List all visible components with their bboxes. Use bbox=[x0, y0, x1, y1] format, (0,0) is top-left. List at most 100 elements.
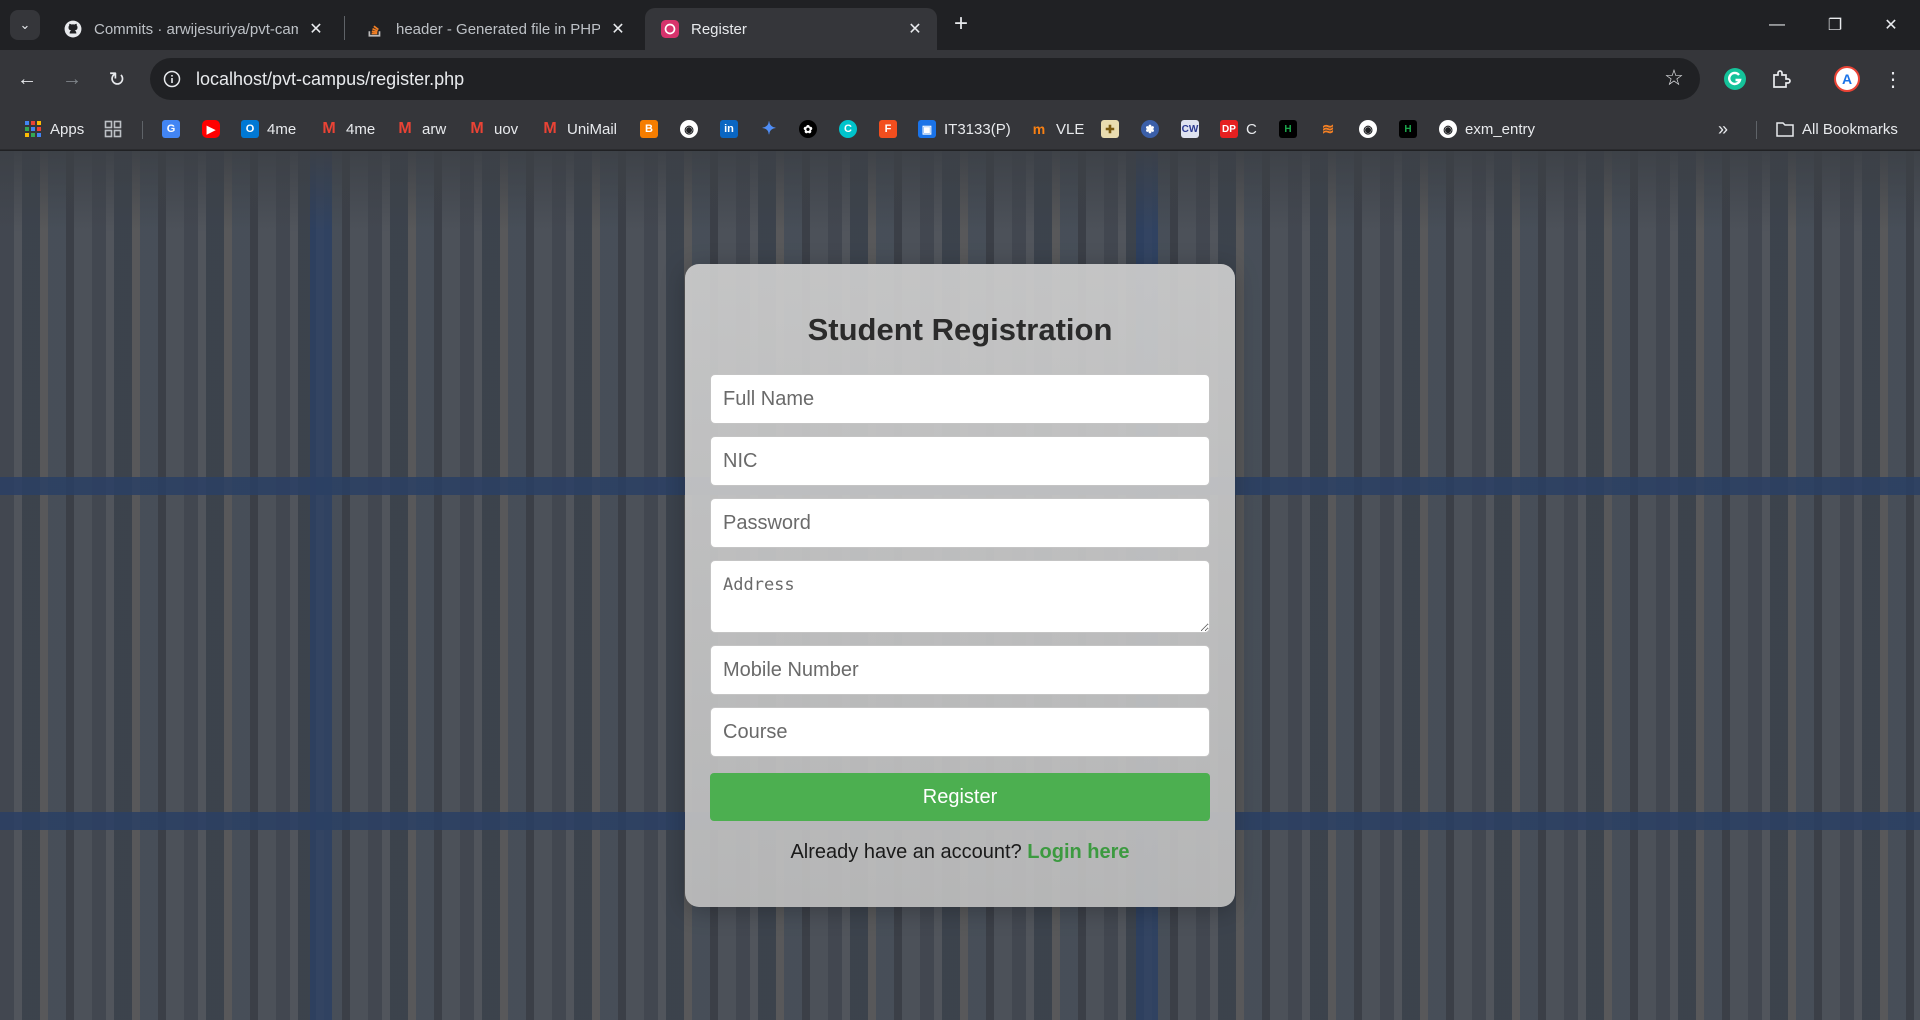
site-info-icon[interactable] bbox=[162, 69, 182, 89]
outlook-icon: O bbox=[241, 120, 259, 138]
gmail-icon: M bbox=[398, 120, 412, 137]
google-translate-icon: G bbox=[162, 120, 180, 138]
browser-toolbar: ← → ↻ localhost/pvt-campus/register.php … bbox=[0, 50, 1920, 108]
close-icon[interactable]: ✕ bbox=[905, 19, 925, 39]
password-input[interactable] bbox=[710, 498, 1210, 548]
bookmark-university-crest[interactable]: ✚ bbox=[1101, 118, 1119, 140]
bookmark-label: arw bbox=[422, 120, 447, 138]
bookmark-hackerrank[interactable]: H bbox=[1279, 118, 1297, 140]
figma-icon: F bbox=[879, 120, 897, 138]
close-icon[interactable]: ✕ bbox=[608, 19, 628, 39]
address-textarea[interactable] bbox=[710, 560, 1210, 633]
bookmark-gemini[interactable]: ✦ bbox=[760, 118, 778, 140]
page-viewport: Student Registration Register Already ha… bbox=[0, 151, 1920, 1020]
reload-icon[interactable]: ↻ bbox=[100, 62, 134, 96]
menu-kebab-icon[interactable]: ⋮ bbox=[1878, 64, 1908, 94]
minimize-icon[interactable]: — bbox=[1748, 0, 1806, 50]
login-prompt-text: Already have an account? bbox=[790, 841, 1022, 863]
canva-icon: C bbox=[839, 120, 857, 138]
github-icon: ◉ bbox=[1359, 120, 1377, 138]
close-icon[interactable]: ✕ bbox=[306, 19, 326, 39]
bookmark-chatgpt[interactable]: ✿ bbox=[799, 118, 817, 140]
login-link[interactable]: Login here bbox=[1027, 841, 1129, 863]
bookmark-gmail-uov[interactable]: M uov bbox=[468, 118, 518, 140]
bookmark-label: Apps bbox=[50, 120, 85, 138]
bookmark-canva[interactable]: C bbox=[839, 118, 857, 140]
tab-header-php[interactable]: header - Generated file in PHP ✕ bbox=[350, 8, 640, 50]
tab-register[interactable]: Register ✕ bbox=[645, 8, 937, 50]
university-crest-icon: ✚ bbox=[1101, 120, 1119, 138]
hackerrank-icon: H bbox=[1399, 120, 1417, 138]
bookmark-classroom[interactable]: ▣ IT3133(P) bbox=[918, 118, 1011, 140]
github-icon bbox=[64, 20, 82, 38]
tab-commits[interactable]: Commits · arwijesuriya/pvt-campus ✕ bbox=[48, 8, 338, 50]
bookmark-gmail-4me[interactable]: M 4me bbox=[320, 118, 375, 140]
form-title: Student Registration bbox=[807, 312, 1113, 347]
site-favicon-icon bbox=[661, 20, 679, 38]
bookmark-dp[interactable]: DP C bbox=[1220, 118, 1257, 140]
address-bar[interactable]: localhost/pvt-campus/register.php ☆ bbox=[150, 58, 1700, 100]
bookmark-star-icon[interactable]: ☆ bbox=[1662, 67, 1686, 91]
bookmark-gmail-unimail[interactable]: M UniMail bbox=[541, 118, 617, 140]
bookmark-cw[interactable]: CW bbox=[1181, 118, 1199, 140]
restore-icon[interactable]: ❐ bbox=[1806, 0, 1864, 50]
mobile-number-input[interactable] bbox=[710, 645, 1210, 695]
bookmark-label: uov bbox=[494, 120, 519, 138]
bookmark-vle[interactable]: m VLE bbox=[1030, 118, 1085, 140]
bookmark-university-logo[interactable]: ✽ bbox=[1141, 118, 1159, 140]
bookmark-hackerrank-2[interactable]: H bbox=[1399, 118, 1417, 140]
grammarly-icon[interactable] bbox=[1720, 64, 1750, 94]
youtube-icon: ▶ bbox=[202, 120, 220, 138]
bookmark-exm-entry[interactable]: ◉ exm_entry bbox=[1439, 118, 1535, 140]
tab-divider bbox=[344, 16, 345, 40]
register-button[interactable]: Register bbox=[710, 773, 1210, 821]
bookmark-translate[interactable]: G bbox=[162, 118, 180, 140]
bookmark-label: 4me bbox=[346, 120, 376, 138]
moodle-icon: m bbox=[1032, 121, 1046, 137]
github-icon: ◉ bbox=[680, 120, 698, 138]
back-arrow-icon[interactable]: ← bbox=[10, 62, 44, 96]
bookmark-label: UniMail bbox=[567, 120, 618, 138]
all-bookmarks-button[interactable]: All Bookmarks bbox=[1776, 118, 1898, 140]
bookmark-youtube[interactable]: ▶ bbox=[202, 118, 220, 140]
blogger-icon: B bbox=[640, 120, 658, 138]
gmail-icon: M bbox=[322, 120, 336, 137]
dp-icon: DP bbox=[1220, 120, 1238, 138]
bookmark-linkedin[interactable]: in bbox=[720, 118, 738, 140]
bookmark-label: exm_entry bbox=[1465, 120, 1536, 138]
gemini-icon: ✦ bbox=[761, 119, 777, 138]
bookmarks-overflow-chevron-icon[interactable]: » bbox=[1718, 118, 1728, 140]
bookmark-github[interactable]: ◉ bbox=[680, 118, 698, 140]
bookmark-stackoverflow[interactable]: ≋ bbox=[1319, 118, 1337, 140]
folder-icon bbox=[1776, 120, 1794, 138]
extensions-puzzle-icon[interactable] bbox=[1766, 64, 1796, 94]
url-text[interactable]: localhost/pvt-campus/register.php bbox=[196, 69, 464, 90]
bookmark-apps[interactable]: Apps bbox=[24, 118, 84, 140]
tab-strip: ⌄ Commits · arwijesuriya/pvt-campus ✕ he… bbox=[0, 0, 1920, 50]
course-input[interactable] bbox=[710, 707, 1210, 757]
bookmark-label: IT3133(P) bbox=[944, 120, 1011, 138]
forward-arrow-icon[interactable]: → bbox=[55, 62, 89, 96]
bookmark-outlook-4me[interactable]: O 4me bbox=[241, 118, 296, 140]
tab-groups-icon bbox=[104, 120, 122, 138]
bookmark-separator bbox=[1756, 121, 1757, 139]
tab-title: Register bbox=[691, 20, 747, 38]
bookmark-github-2[interactable]: ◉ bbox=[1359, 118, 1377, 140]
tab-search-chevron-icon[interactable]: ⌄ bbox=[10, 10, 40, 40]
bookmark-gmail-arw[interactable]: M arw bbox=[396, 118, 446, 140]
chatgpt-icon: ✿ bbox=[799, 120, 817, 138]
bookmark-label: 4me bbox=[267, 120, 297, 138]
full-name-input[interactable] bbox=[710, 374, 1210, 424]
profile-avatar-icon[interactable]: A bbox=[1832, 64, 1862, 94]
bookmark-figma[interactable]: F bbox=[879, 118, 897, 140]
gmail-icon: M bbox=[470, 120, 484, 137]
bookmark-blogger[interactable]: B bbox=[640, 118, 658, 140]
nic-input[interactable] bbox=[710, 436, 1210, 486]
window-close-icon[interactable]: ✕ bbox=[1862, 0, 1920, 50]
bookmark-label: C bbox=[1246, 120, 1257, 138]
bookmark-tab-groups[interactable] bbox=[104, 118, 122, 140]
tab-title: Commits · arwijesuriya/pvt-campus bbox=[94, 20, 298, 38]
apps-grid-icon bbox=[24, 120, 42, 138]
new-tab-plus-icon[interactable]: + bbox=[948, 12, 974, 38]
tab-title: header - Generated file in PHP bbox=[396, 20, 600, 38]
